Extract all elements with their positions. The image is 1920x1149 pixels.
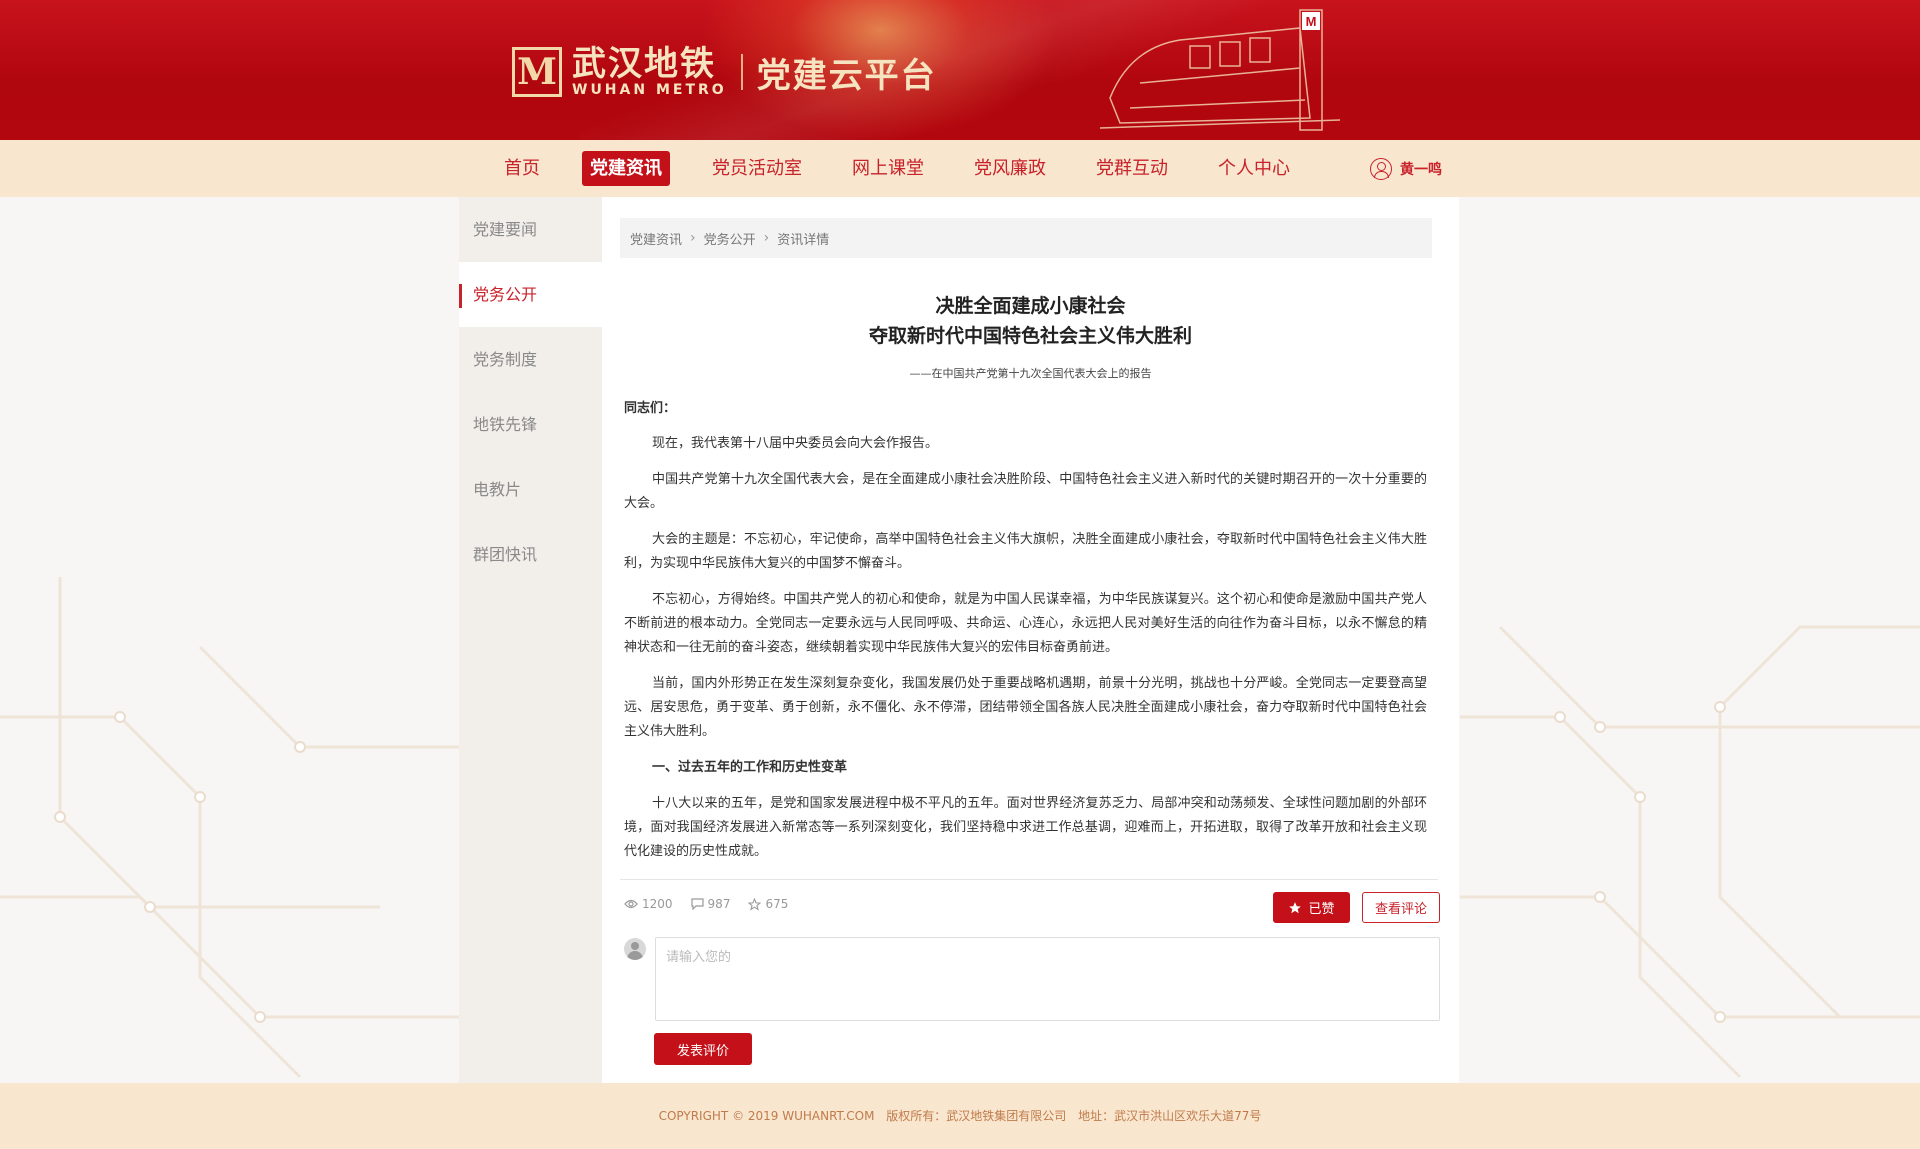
view-count: 1200 (624, 897, 673, 911)
breadcrumb-item-detail: 资讯详情 (777, 232, 830, 248)
platform-name: 党建云平台 (756, 55, 937, 96)
nav-items: 首页 党建资讯 党员活动室 网上课堂 党风廉政 党群互动 个人中心 (496, 140, 1332, 197)
article-paragraph: 当前，国内外形势正在发生深刻复杂变化，我国发展仍处于重要战略机遇期，前景十分光明… (624, 676, 1427, 739)
user-menu[interactable]: 黄一鸣 (1370, 156, 1442, 182)
main-nav: 首页 党建资讯 党员活动室 网上课堂 党风廉政 党群互动 个人中心 (0, 140, 1920, 197)
star-filled-icon (1289, 901, 1302, 913)
chevron-right-icon: › (690, 230, 696, 246)
svg-text:M: M (1306, 14, 1317, 29)
comment-input[interactable] (655, 937, 1440, 1021)
view-comments-button[interactable]: 查看评论 (1362, 892, 1440, 923)
nav-item-activity-room[interactable]: 党员活动室 (704, 151, 810, 186)
article-subtitle: ——在中国共产党第十九次全国代表大会上的报告 (909, 367, 1152, 380)
site-logo[interactable]: M 武汉地铁 WUHAN METRO 党建云平台 (512, 44, 937, 100)
nav-item-personal-center[interactable]: 个人中心 (1210, 151, 1298, 186)
comment-count: 987 (690, 897, 731, 911)
sidebar-item-education-film[interactable]: 电教片 (459, 457, 602, 522)
nav-item-online-class[interactable]: 网上课堂 (844, 151, 932, 186)
breadcrumb: 党建资讯 › 党务公开 › 资讯详情 (620, 218, 1432, 258)
footer-copyright: COPYRIGHT © 2019 WUHANRT.COM (658, 1109, 875, 1123)
site-footer: COPYRIGHT © 2019 WUHANRT.COM 版权所有：武汉地铁集团… (0, 1083, 1920, 1149)
star-count: 675 (748, 897, 788, 911)
sidebar-item-metro-pioneer[interactable]: 地铁先锋 (459, 392, 602, 457)
metro-train-illustration: M (1100, 9, 1341, 131)
breadcrumb-item-party-affairs[interactable]: 党务公开 (704, 229, 756, 248)
divider (620, 879, 1438, 880)
star-count-value: 675 (765, 897, 789, 911)
eye-icon (624, 899, 638, 909)
nav-item-party-news[interactable]: 党建资讯 (582, 151, 670, 186)
sidebar: 党建要闻 党务公开 党务制度 地铁先锋 电教片 群团快讯 (459, 197, 602, 1083)
sidebar-item-party-news[interactable]: 党建要闻 (459, 197, 602, 262)
article-section-heading: 一、过去五年的工作和历史性变革 (652, 760, 848, 775)
site-header: M 武汉地铁 WUHAN METRO 党建云平台 M (0, 0, 1920, 140)
metro-logo-mark: M (512, 47, 562, 97)
star-icon (748, 897, 762, 911)
nav-item-integrity[interactable]: 党风廉政 (966, 151, 1054, 186)
comment-icon (690, 898, 704, 910)
footer-owner: 版权所有：武汉地铁集团有限公司 (886, 1109, 1067, 1123)
view-count-value: 1200 (642, 897, 673, 911)
article-stats: 1200 987 675 (624, 897, 806, 911)
nav-item-home[interactable]: 首页 (496, 151, 548, 186)
chevron-right-icon: › (763, 230, 770, 246)
sidebar-item-party-affairs[interactable]: 党务公开 (459, 262, 602, 327)
article-paragraph: 现在，我代表第十八届中央委员会向大会作报告。 (652, 436, 939, 451)
article-paragraph: 十八大以来的五年，是党和国家发展进程中极不平凡的五年。面对世界经济复苏乏力、局部… (624, 796, 1427, 859)
avatar (624, 938, 646, 960)
brand-name: 武汉地铁 WUHAN METRO (572, 46, 727, 98)
article-paragraph: 中国共产党第十九次全国代表大会，是在全面建成小康社会决胜阶段、中国特色社会主义进… (624, 472, 1427, 511)
user-name: 黄一鸣 (1400, 162, 1442, 178)
brand-name-cn: 武汉地铁 (572, 44, 716, 84)
liked-button-label: 已赞 (1308, 902, 1335, 917)
comment-count-value: 987 (707, 897, 731, 911)
breadcrumb-item-party-news[interactable]: 党建资讯 (630, 229, 682, 248)
article-panel: 党建资讯 › 党务公开 › 资讯详情 决胜全面建成小康社会 夺取新时代中国特色社… (602, 197, 1459, 1083)
article-paragraph: 不忘初心，方得始终。中国共产党人的初心和使命，就是为中国人民谋幸福，为中华民族谋… (624, 592, 1427, 655)
logo-separator (740, 54, 743, 90)
article-title-line1: 决胜全面建成小康社会 (935, 295, 1126, 317)
submit-comment-button[interactable]: 发表评价 (654, 1033, 752, 1065)
sidebar-item-group-news[interactable]: 群团快讯 (459, 522, 602, 587)
article-greeting: 同志们： (624, 401, 677, 416)
article-body: 同志们： 现在，我代表第十八届中央委员会向大会作报告。 中国共产党第十九次全国代… (624, 397, 1427, 876)
footer-address: 地址：武汉市洪山区欢乐大道77号 (1078, 1109, 1262, 1123)
article-title-line2: 夺取新时代中国特色社会主义伟大胜利 (868, 325, 1192, 347)
liked-button[interactable]: 已赞 (1273, 892, 1350, 923)
user-icon (1370, 158, 1392, 180)
article-paragraph: 大会的主题是：不忘初心，牢记使命，高举中国特色社会主义伟大旗帜，决胜全面建成小康… (624, 532, 1427, 571)
sidebar-item-regulations[interactable]: 党务制度 (459, 327, 602, 392)
brand-name-en: WUHAN METRO (572, 82, 727, 98)
nav-item-interaction[interactable]: 党群互动 (1088, 151, 1176, 186)
